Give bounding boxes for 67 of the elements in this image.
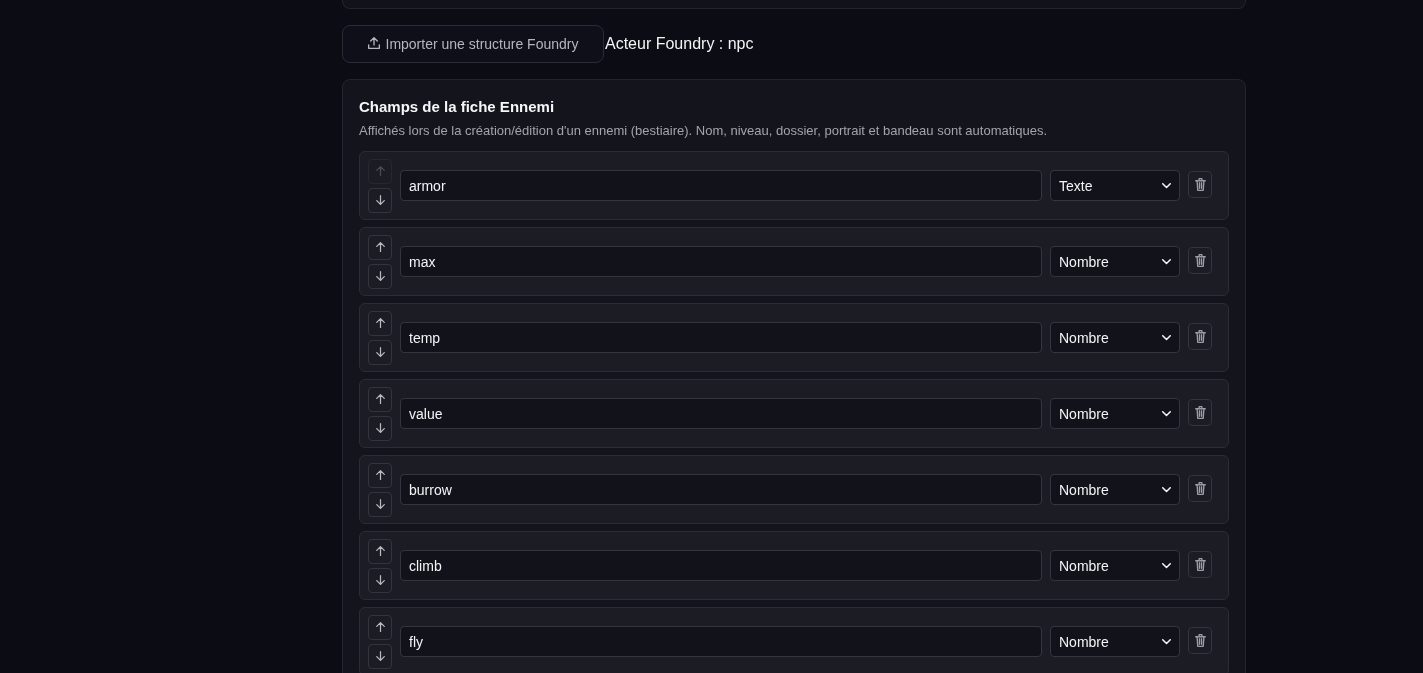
move-up-button[interactable]: [368, 614, 392, 640]
actor-label: Acteur Foundry : npc: [605, 35, 754, 53]
trash-icon: [1194, 178, 1206, 191]
move-up-button[interactable]: [368, 310, 392, 336]
chevron-down-icon: [1162, 182, 1171, 189]
move-down-button[interactable]: [368, 643, 392, 669]
field-name-input[interactable]: max: [400, 246, 1042, 277]
delete-button[interactable]: [1188, 247, 1212, 274]
field-type-select[interactable]: Nombre: [1050, 322, 1180, 353]
arrow-up-icon: [375, 318, 385, 328]
move-up-button[interactable]: [368, 538, 392, 564]
arrow-down-icon: [375, 575, 385, 585]
section-title: Champs de la fiche Ennemi: [359, 97, 556, 117]
arrow-up-icon: [375, 166, 385, 176]
field-type-select[interactable]: Nombre: [1050, 626, 1180, 657]
move-down-button[interactable]: [368, 263, 392, 289]
arrow-down-icon: [375, 651, 385, 661]
trash-icon: [1194, 558, 1206, 571]
arrow-down-icon: [375, 195, 385, 205]
move-up-button[interactable]: [368, 462, 392, 488]
chevron-down-icon: [1162, 638, 1171, 645]
field-type-select[interactable]: Nombre: [1050, 550, 1180, 581]
trash-icon: [1194, 634, 1206, 647]
chevron-down-icon: [1162, 562, 1171, 569]
move-down-button[interactable]: [368, 415, 392, 441]
move-up-button[interactable]: [368, 234, 392, 260]
delete-button[interactable]: [1188, 551, 1212, 578]
arrow-up-icon: [375, 394, 385, 404]
trash-icon: [1194, 330, 1206, 343]
delete-button[interactable]: [1188, 399, 1212, 426]
delete-button[interactable]: [1188, 475, 1212, 502]
field-name-input[interactable]: fly: [400, 626, 1042, 657]
arrow-down-icon: [375, 347, 385, 357]
delete-button[interactable]: [1188, 627, 1212, 654]
arrow-up-icon: [375, 622, 385, 632]
move-up-button[interactable]: [368, 386, 392, 412]
trash-icon: [1194, 254, 1206, 267]
trash-icon: [1194, 406, 1206, 419]
upload-icon: [367, 36, 380, 49]
section-description: Affichés lors de la création/édition d'un ennemi (bestiaire). Nom, niveau, dossier, portrait et bandeau sont automatiques.: [359, 122, 1049, 140]
field-name-input[interactable]: value: [400, 398, 1042, 429]
arrow-up-icon: [375, 242, 385, 252]
move-down-button[interactable]: [368, 491, 392, 517]
field-type-select[interactable]: Nombre: [1050, 398, 1180, 429]
field-name-input[interactable]: burrow: [400, 474, 1042, 505]
delete-button[interactable]: [1188, 171, 1212, 198]
arrow-down-icon: [375, 271, 385, 281]
chevron-down-icon: [1162, 486, 1171, 493]
chevron-down-icon: [1162, 258, 1171, 265]
arrow-up-icon: [375, 546, 385, 556]
trash-icon: [1194, 482, 1206, 495]
field-name-input[interactable]: climb: [400, 550, 1042, 581]
import-button[interactable]: Importer une structure Foundry: [342, 25, 604, 63]
arrow-up-icon: [375, 470, 385, 480]
move-down-button[interactable]: [368, 339, 392, 365]
arrow-down-icon: [375, 423, 385, 433]
arrow-down-icon: [375, 499, 385, 509]
field-type-select[interactable]: Texte: [1050, 170, 1180, 201]
delete-button[interactable]: [1188, 323, 1212, 350]
chevron-down-icon: [1162, 334, 1171, 341]
field-type-select[interactable]: Nombre: [1050, 246, 1180, 277]
field-type-select[interactable]: Nombre: [1050, 474, 1180, 505]
move-down-button[interactable]: [368, 187, 392, 213]
move-down-button[interactable]: [368, 567, 392, 593]
chevron-down-icon: [1162, 410, 1171, 417]
field-name-input[interactable]: temp: [400, 322, 1042, 353]
field-name-input[interactable]: armor: [400, 170, 1042, 201]
